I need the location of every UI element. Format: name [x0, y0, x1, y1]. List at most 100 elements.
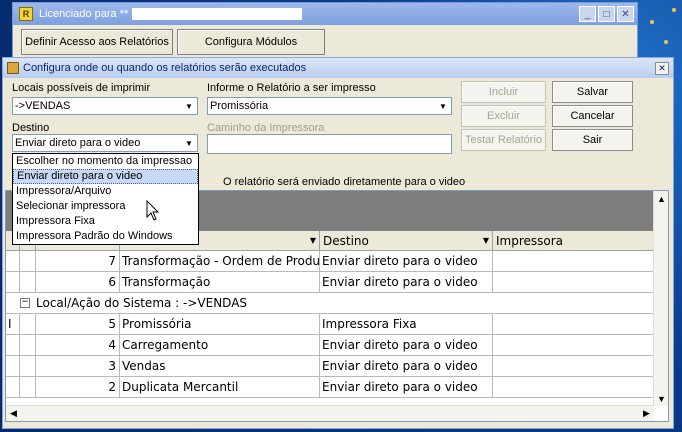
- testar-relatorio-button[interactable]: Testar Relatório: [461, 129, 546, 151]
- destino-option[interactable]: Impressora Padrão do Windows: [13, 229, 198, 244]
- row-destino: Enviar direto para o video: [320, 335, 493, 356]
- dialog-icon: [7, 62, 19, 74]
- destino-label: Destino: [12, 122, 50, 134]
- destino-option-selected[interactable]: Enviar direto para o video: [13, 169, 198, 184]
- row-indent: [20, 272, 36, 293]
- relatorio-label: Informe o Relatório a ser impresso: [207, 82, 376, 94]
- main-window-title: Licenciado para **: [39, 8, 129, 20]
- locais-label: Locais possíveis de imprimir: [12, 82, 151, 94]
- maximize-icon[interactable]: □: [598, 6, 615, 22]
- cancelar-button[interactable]: Cancelar: [552, 105, 633, 127]
- table-row[interactable]: 7 Transformação - Ordem de Produção Envi…: [6, 251, 654, 272]
- scroll-up-icon[interactable]: ▲: [654, 191, 668, 206]
- vertical-scrollbar[interactable]: ▲ ▼: [653, 191, 668, 406]
- main-window-titlebar[interactable]: R Licenciado para ** _ □ ✕: [13, 3, 637, 25]
- app-icon: R: [19, 7, 33, 21]
- table-row[interactable]: I 5 Promissória Impressora Fixa: [6, 314, 654, 335]
- destino-value: Enviar direto para o video: [15, 137, 141, 149]
- dialog-title: Configura onde ou quando os relatórios s…: [23, 62, 307, 74]
- row-impressora: [493, 272, 654, 293]
- row-number: 7: [36, 251, 120, 272]
- row-marker: [6, 251, 20, 272]
- row-impressora: [493, 356, 654, 377]
- table-row[interactable]: 6 Transformação Enviar direto para o vid…: [6, 272, 654, 293]
- caminho-label: Caminho da Impressora: [207, 122, 325, 134]
- group-label: Local/Ação do Sistema : ->VENDAS: [36, 296, 248, 310]
- destino-option[interactable]: Impressora/Arquivo: [13, 184, 198, 199]
- row-relatorio: Promissória: [120, 314, 320, 335]
- chevron-down-icon[interactable]: ▼: [182, 99, 196, 113]
- row-relatorio: Carregamento: [120, 335, 320, 356]
- header-destino-label: Destino: [323, 233, 369, 248]
- row-marker: [6, 377, 20, 398]
- decoration-dot: [664, 40, 668, 44]
- incluir-button[interactable]: Incluir: [461, 81, 546, 103]
- row-relatorio: Duplicata Mercantil: [120, 377, 320, 398]
- row-destino: Enviar direto para o video: [320, 377, 493, 398]
- relatorio-combo[interactable]: Promissória ▼: [207, 97, 452, 115]
- filter-dropdown-icon[interactable]: ▼: [483, 236, 489, 245]
- scroll-left-icon[interactable]: ◀: [6, 406, 21, 421]
- row-relatorio: Transformação - Ordem de Produção: [120, 251, 320, 272]
- row-marker: [6, 356, 20, 377]
- table-row[interactable]: 3 Vendas Enviar direto para o video: [6, 356, 654, 377]
- header-impressora-label: Impressora: [496, 233, 564, 248]
- redacted-bar: [132, 8, 303, 20]
- locais-value: ->VENDAS: [15, 100, 71, 112]
- row-number: 4: [36, 335, 120, 356]
- row-destino: Impressora Fixa: [320, 314, 493, 335]
- row-number: 6: [36, 272, 120, 293]
- main-window: R Licenciado para ** _ □ ✕ Definir Acess…: [12, 2, 638, 62]
- row-relatorio: Vendas: [120, 356, 320, 377]
- destino-dropdown-list[interactable]: Escolher no momento da impressao Enviar …: [12, 153, 199, 245]
- row-impressora: [493, 251, 654, 272]
- chevron-down-icon[interactable]: ▼: [436, 99, 450, 113]
- dialog-close-icon[interactable]: ✕: [655, 61, 669, 75]
- define-access-button[interactable]: Definir Acesso aos Relatórios: [21, 29, 173, 55]
- row-indent: [20, 251, 36, 272]
- destino-option[interactable]: Selecionar impressora: [13, 199, 198, 214]
- row-impressora: [493, 335, 654, 356]
- row-impressora: [493, 314, 654, 335]
- decoration-dot: [650, 20, 654, 24]
- locais-combo[interactable]: ->VENDAS ▼: [12, 97, 198, 115]
- header-impressora[interactable]: Impressora: [493, 231, 654, 251]
- destino-option[interactable]: Escolher no momento da impressao: [13, 154, 198, 169]
- destino-combo[interactable]: Enviar direto para o video ▼: [12, 134, 198, 152]
- caminho-input[interactable]: [207, 134, 452, 154]
- collapse-icon[interactable]: −: [20, 298, 30, 308]
- table-row[interactable]: 4 Carregamento Enviar direto para o vide…: [6, 335, 654, 356]
- scroll-down-icon[interactable]: ▼: [654, 391, 668, 406]
- row-destino: Enviar direto para o video: [320, 356, 493, 377]
- row-number: 2: [36, 377, 120, 398]
- row-indent: [20, 314, 36, 335]
- scroll-right-icon[interactable]: ▶: [639, 406, 654, 421]
- group-row[interactable]: − Local/Ação do Sistema : ->VENDAS: [6, 293, 654, 314]
- filter-dropdown-icon[interactable]: ▼: [310, 236, 316, 245]
- row-marker: I: [6, 314, 20, 335]
- table-row[interactable]: 2 Duplicata Mercantil Enviar direto para…: [6, 377, 654, 398]
- sair-button[interactable]: Sair: [552, 129, 633, 151]
- header-destino[interactable]: Destino ▼: [320, 231, 493, 251]
- relatorio-value: Promissória: [210, 100, 269, 112]
- row-indent: [20, 335, 36, 356]
- row-number: 5: [36, 314, 120, 335]
- row-impressora: [493, 377, 654, 398]
- close-icon[interactable]: ✕: [617, 6, 634, 22]
- row-destino: Enviar direto para o video: [320, 251, 493, 272]
- salvar-button[interactable]: Salvar: [552, 81, 633, 103]
- row-indent: [20, 377, 36, 398]
- info-text: O relatório será enviado diretamente par…: [223, 176, 466, 188]
- chevron-down-icon[interactable]: ▼: [182, 136, 196, 150]
- excluir-button[interactable]: Excluir: [461, 105, 546, 127]
- minimize-icon[interactable]: _: [579, 6, 596, 22]
- decoration-dot: [672, 8, 676, 12]
- row-relatorio: Transformação: [120, 272, 320, 293]
- configure-modules-button[interactable]: Configura Módulos: [177, 29, 325, 55]
- mouse-cursor-icon: [146, 200, 160, 221]
- destino-option[interactable]: Impressora Fixa: [13, 214, 198, 229]
- horizontal-scrollbar[interactable]: ◀ ▶: [6, 405, 654, 421]
- row-indent: [20, 356, 36, 377]
- dialog-titlebar[interactable]: Configura onde ou quando os relatórios s…: [3, 58, 673, 78]
- row-marker: [6, 272, 20, 293]
